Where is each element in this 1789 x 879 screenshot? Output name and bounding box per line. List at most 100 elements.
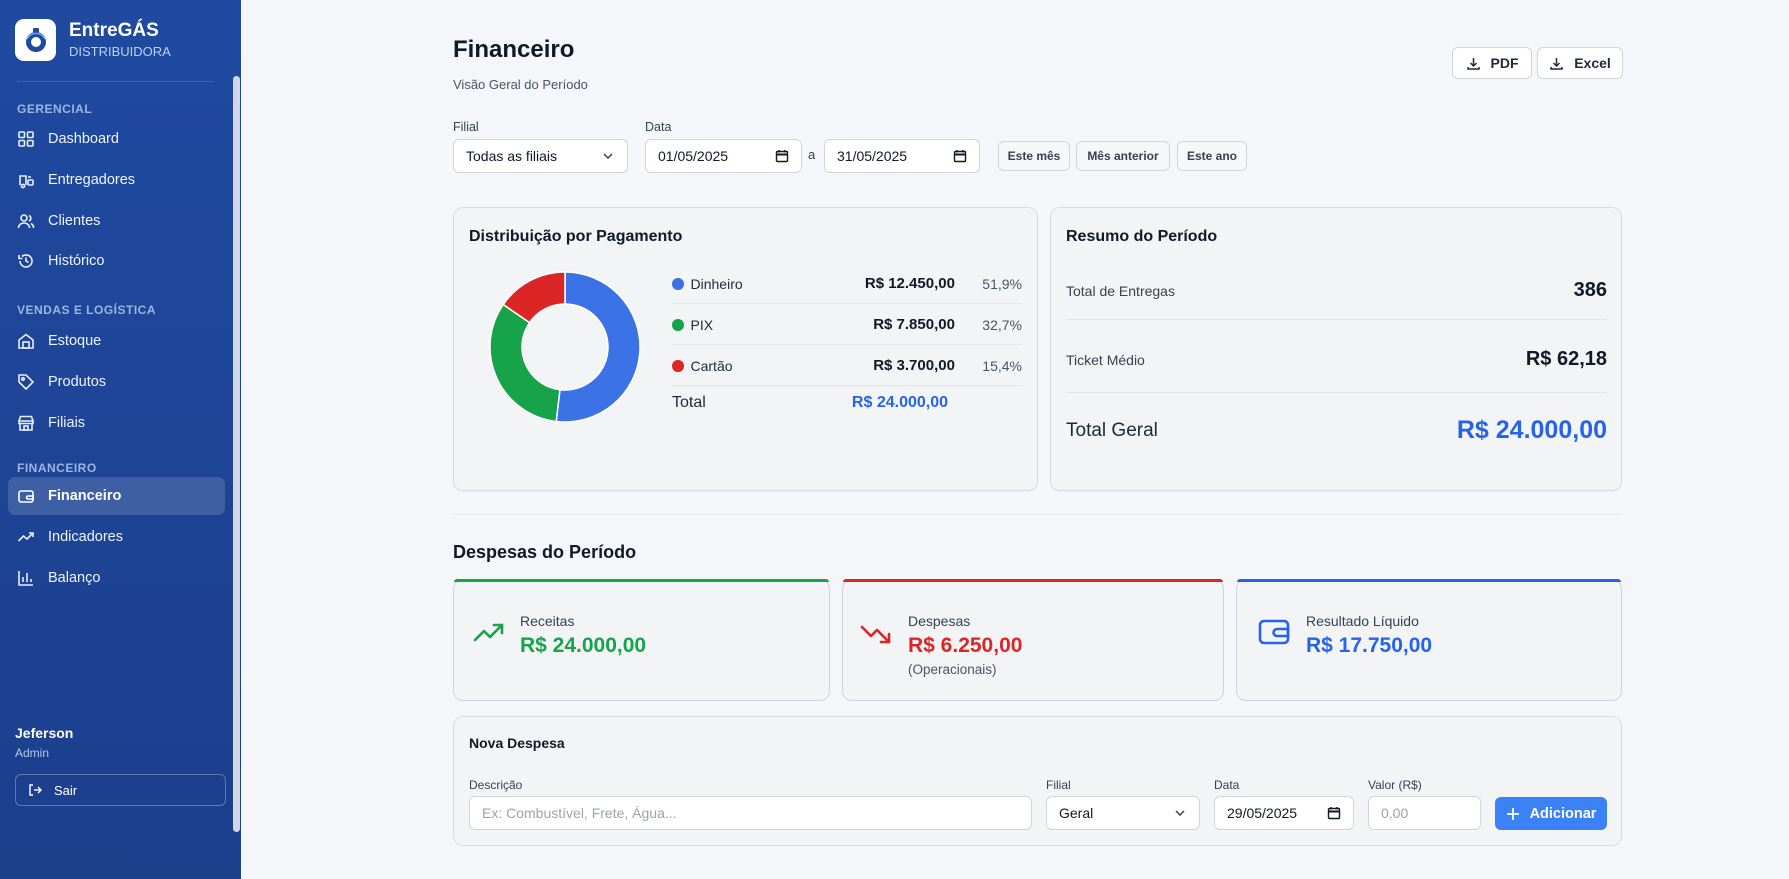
bar-chart-icon: [18, 571, 33, 586]
sidebar-item-financeiro[interactable]: Financeiro: [8, 477, 225, 515]
section-title-gerencial: GERENCIAL: [17, 102, 93, 116]
divider: [1066, 319, 1607, 320]
date-range-separator: a: [808, 147, 816, 162]
new-expense-title: Nova Despesa: [469, 735, 565, 751]
grid-icon: [18, 131, 34, 147]
kpi-label: Despesas: [908, 613, 971, 629]
summary-total-row: Total Geral R$ 24.000,00: [1066, 416, 1607, 445]
payment-percent: 15,4%: [982, 357, 1022, 374]
section-title-vendas: VENDAS E LOGÍSTICA: [17, 303, 157, 317]
kpi-despesas-card: Despesas R$ 6.250,00 (Operacionais): [842, 579, 1224, 701]
quick-previous-month-button[interactable]: Mês anterior: [1076, 141, 1170, 171]
payment-value: R$ 3.700,00: [873, 357, 955, 374]
amount-label: Valor (R$): [1368, 778, 1422, 792]
brand-subtitle: DISTRIBUIDORA: [69, 44, 171, 59]
total-general-label: Total Geral: [1066, 419, 1158, 441]
sidebar-item-label: Dashboard: [48, 131, 119, 147]
description-input[interactable]: Ex: Combustível, Frete, Água...: [469, 796, 1032, 830]
sidebar-item-label: Entregadores: [48, 172, 136, 188]
sidebar-item-label: Estoque: [48, 333, 102, 349]
payment-percent: 32,7%: [982, 316, 1022, 333]
warehouse-icon: [18, 333, 34, 349]
sidebar-item-estoque[interactable]: Estoque: [8, 322, 225, 360]
divider: [17, 81, 214, 82]
sidebar-item-dashboard[interactable]: Dashboard: [8, 120, 225, 158]
page-title: Financeiro: [453, 36, 575, 63]
expense-date-input[interactable]: 29/05/2025: [1214, 796, 1354, 830]
add-expense-button[interactable]: Adicionar: [1495, 797, 1607, 830]
branch-select[interactable]: Todas as filiais: [453, 139, 628, 173]
sidebar-item-label: Indicadores: [48, 529, 123, 545]
payment-name: Dinheiro: [690, 275, 743, 292]
brand-logo-icon: [15, 19, 56, 61]
trend-up-icon: [473, 623, 504, 642]
expenses-section-title: Despesas do Período: [453, 542, 637, 562]
trend-down-icon: [860, 625, 891, 644]
kpi-receitas-card: Receitas R$ 24.000,00: [453, 579, 830, 701]
sidebar-item-filiais[interactable]: Filiais: [8, 404, 225, 442]
sidebar-item-indicadores[interactable]: Indicadores: [8, 518, 225, 556]
plus-icon: [1506, 807, 1519, 820]
date-to-input[interactable]: 31/05/2025: [824, 139, 980, 173]
amount-placeholder: 0,00: [1381, 805, 1409, 821]
branch-filter-label: Filial: [453, 120, 479, 134]
store-icon: [18, 415, 34, 431]
sidebar-scrollbar[interactable]: [233, 76, 240, 832]
payment-total-value: R$ 24.000,00: [851, 394, 948, 411]
trend-icon: [17, 532, 34, 542]
branch-select-value: Todas as filiais: [466, 148, 558, 164]
calendar-icon: [953, 150, 967, 163]
section-divider: [453, 514, 1622, 515]
kpi-label: Receitas: [520, 613, 575, 629]
history-icon: [18, 254, 33, 268]
amount-input[interactable]: 0,00: [1368, 796, 1481, 830]
logout-label: Sair: [54, 782, 78, 798]
logout-button[interactable]: Sair: [15, 774, 226, 806]
sidebar-item-label: Histórico: [48, 253, 105, 269]
total-general-value: R$ 24.000,00: [1456, 416, 1607, 444]
legend-dot: [672, 359, 684, 372]
sidebar-item-balanco[interactable]: Balanço: [8, 559, 225, 597]
ticket-value: R$ 62,18: [1525, 348, 1607, 370]
user-name: Jeferson: [15, 725, 74, 741]
legend-dot: [672, 277, 684, 290]
expense-branch-value: Geral: [1059, 805, 1094, 821]
sidebar-item-clientes[interactable]: Clientes: [8, 202, 225, 240]
kpi-label: Resultado Líquido: [1306, 613, 1419, 629]
expense-branch-select[interactable]: Geral: [1046, 796, 1200, 830]
sidebar-item-historico[interactable]: Histórico: [8, 242, 225, 280]
kpi-note: (Operacionais): [908, 662, 997, 677]
export-excel-button[interactable]: Excel: [1537, 47, 1623, 79]
section-title-financeiro: FINANCEIRO: [17, 461, 97, 475]
sidebar: EntreGÁS DISTRIBUIDORA GERENCIAL Dashboa…: [0, 0, 241, 879]
donut-slice-pix: [489, 303, 561, 423]
quick-this-month-button[interactable]: Este mês: [998, 141, 1070, 171]
sidebar-item-entregadores[interactable]: Entregadores: [8, 161, 225, 199]
payment-total-row: Total R$ 24.000,00: [672, 394, 1022, 412]
payment-value: R$ 7.850,00: [873, 316, 955, 333]
calendar-icon: [775, 150, 789, 163]
export-excel-label: Excel: [1574, 55, 1611, 71]
deliveries-value: 386: [1573, 279, 1607, 301]
deliveries-label: Total de Entregas: [1066, 282, 1175, 299]
page-subtitle: Visão Geral do Período: [453, 77, 588, 92]
summary-deliveries-row: Total de Entregas 386: [1066, 279, 1607, 302]
date-filter-label: Data: [645, 120, 672, 134]
divider: [1066, 392, 1607, 393]
tag-icon: [18, 374, 35, 391]
date-from-input[interactable]: 01/05/2025: [645, 139, 802, 173]
quick-this-year-button[interactable]: Este ano: [1177, 141, 1247, 171]
brand-name: EntreGÁS: [69, 20, 159, 41]
sidebar-item-produtos[interactable]: Produtos: [8, 363, 225, 401]
kpi-value: R$ 17.750,00: [1306, 634, 1433, 657]
export-pdf-button[interactable]: PDF: [1452, 47, 1532, 79]
payment-name: Cartão: [690, 357, 733, 374]
ticket-label: Ticket Médio: [1066, 351, 1145, 368]
export-pdf-label: PDF: [1490, 55, 1519, 71]
brand[interactable]: EntreGÁS DISTRIBUIDORA: [15, 19, 171, 61]
users-icon: [17, 214, 35, 229]
date-from-value: 01/05/2025: [658, 148, 729, 164]
donut-slice-dinheiro: [555, 271, 641, 423]
description-placeholder: Ex: Combustível, Frete, Água...: [482, 805, 677, 821]
payment-total-label: Total: [672, 394, 706, 411]
